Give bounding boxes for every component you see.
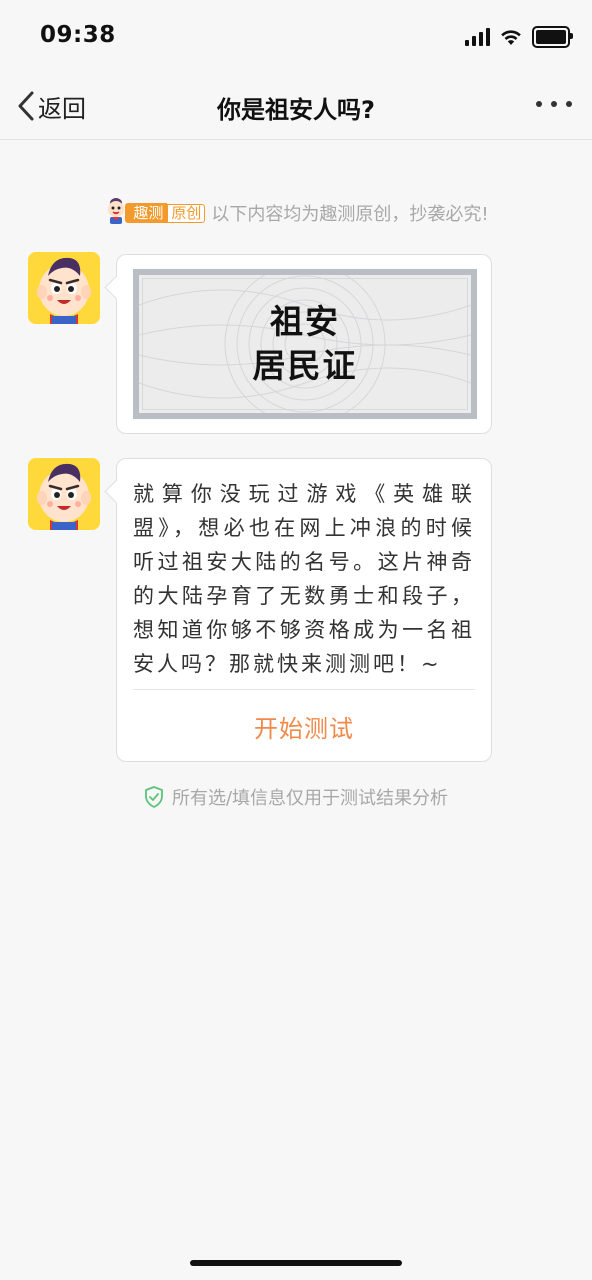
- avatar[interactable]: [28, 458, 100, 530]
- avatar[interactable]: [28, 252, 100, 324]
- brand-tag: 趣测: [125, 203, 168, 223]
- battery-icon: [532, 26, 573, 48]
- notice-text: 以下内容均为趣测原创，抄袭必究!: [211, 204, 489, 225]
- status-icons: [465, 26, 573, 48]
- brand-badge: 趣测 原创: [103, 198, 206, 226]
- wifi-icon: [501, 30, 521, 45]
- nav-bar: 返回 你是祖安人吗?: [0, 72, 592, 140]
- certificate-line2: 居民证: [252, 346, 358, 385]
- cellular-signal-icon: [465, 28, 490, 46]
- mascot-icon: [108, 198, 125, 224]
- intro-text: 就算你没玩过游戏《英雄联盟》，想必也在网上冲浪的时候听过祖安大陆的名号。这片神奇…: [133, 482, 475, 676]
- status-bar: 09:38: [0, 0, 592, 72]
- privacy-note: 所有选/填信息仅用于测试结果分析: [0, 784, 592, 810]
- divider: [133, 689, 475, 690]
- certificate-image[interactable]: 祖安 居民证: [133, 269, 477, 419]
- brand-tag-original: 原创: [167, 203, 206, 223]
- home-indicator[interactable]: [190, 1260, 402, 1266]
- message-bubble-image[interactable]: 祖安 居民证: [116, 254, 492, 434]
- start-test-button[interactable]: 开始测试: [117, 691, 491, 761]
- page-title: 你是祖安人吗?: [217, 96, 375, 124]
- privacy-text: 所有选/填信息仅用于测试结果分析: [171, 788, 449, 809]
- message-bubble-text: 就算你没玩过游戏《英雄联盟》，想必也在网上冲浪的时候听过祖安大陆的名号。这片神奇…: [116, 458, 492, 762]
- mascot-avatar-icon: [28, 252, 100, 324]
- shield-check-icon: [145, 786, 163, 808]
- mascot-avatar-icon: [28, 458, 100, 530]
- more-dots-icon[interactable]: [536, 94, 572, 114]
- certificate-line1: 祖安: [270, 302, 340, 341]
- original-notice: 趣测 原创 以下内容均为趣测原创，抄袭必究!: [0, 198, 592, 226]
- status-time: 09:38: [40, 22, 116, 48]
